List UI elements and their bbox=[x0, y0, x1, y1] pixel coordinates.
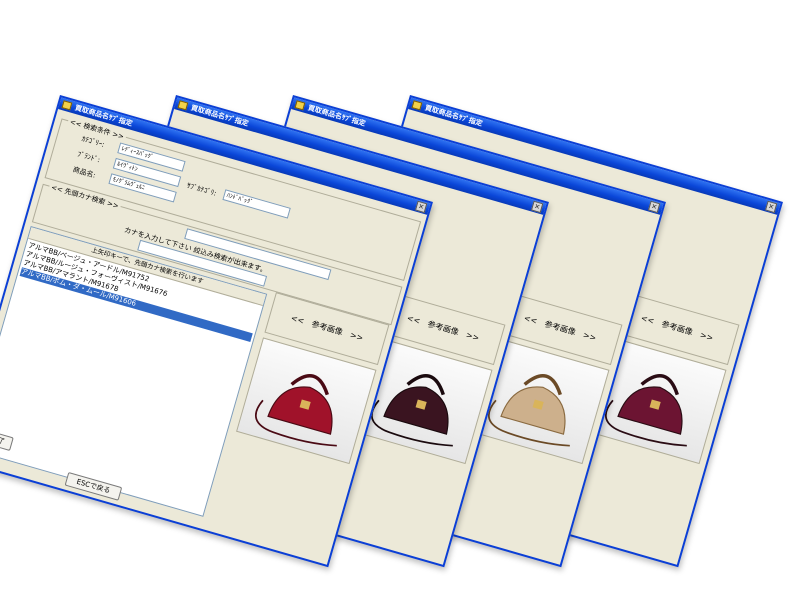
app-window-icon bbox=[61, 100, 73, 111]
window-title: 買取商品名ｻﾌﾞ指定 bbox=[306, 103, 367, 128]
product-name-label: 商品名: bbox=[71, 165, 97, 180]
window-title: 買取商品名ｻﾌﾞ指定 bbox=[189, 103, 250, 128]
reference-label-text: << 参考画像 >> bbox=[522, 313, 598, 343]
app-window-icon bbox=[177, 100, 189, 111]
close-icon[interactable]: ✕ bbox=[530, 200, 544, 214]
window-title: 買取商品名ｻﾌﾞ指定 bbox=[423, 103, 484, 128]
reference-label-text: << 参考画像 >> bbox=[639, 313, 715, 343]
close-icon[interactable]: ✕ bbox=[764, 200, 778, 214]
brand-label: ﾌﾞﾗﾝﾄﾞ: bbox=[76, 150, 101, 165]
app-window-icon bbox=[411, 100, 423, 111]
close-icon[interactable]: ✕ bbox=[414, 200, 428, 214]
reference-label-text: << 参考画像 >> bbox=[289, 313, 365, 343]
subcategory-label: ｻﾌﾞｶﾃｺﾞﾘ: bbox=[185, 181, 218, 198]
reference-label-text: << 参考画像 >> bbox=[405, 313, 481, 343]
close-icon[interactable]: ✕ bbox=[647, 200, 661, 214]
subcategory-field[interactable]: ﾊﾝﾄﾞﾊﾞｯｸﾞ bbox=[222, 189, 291, 219]
app-window-icon bbox=[294, 100, 306, 111]
